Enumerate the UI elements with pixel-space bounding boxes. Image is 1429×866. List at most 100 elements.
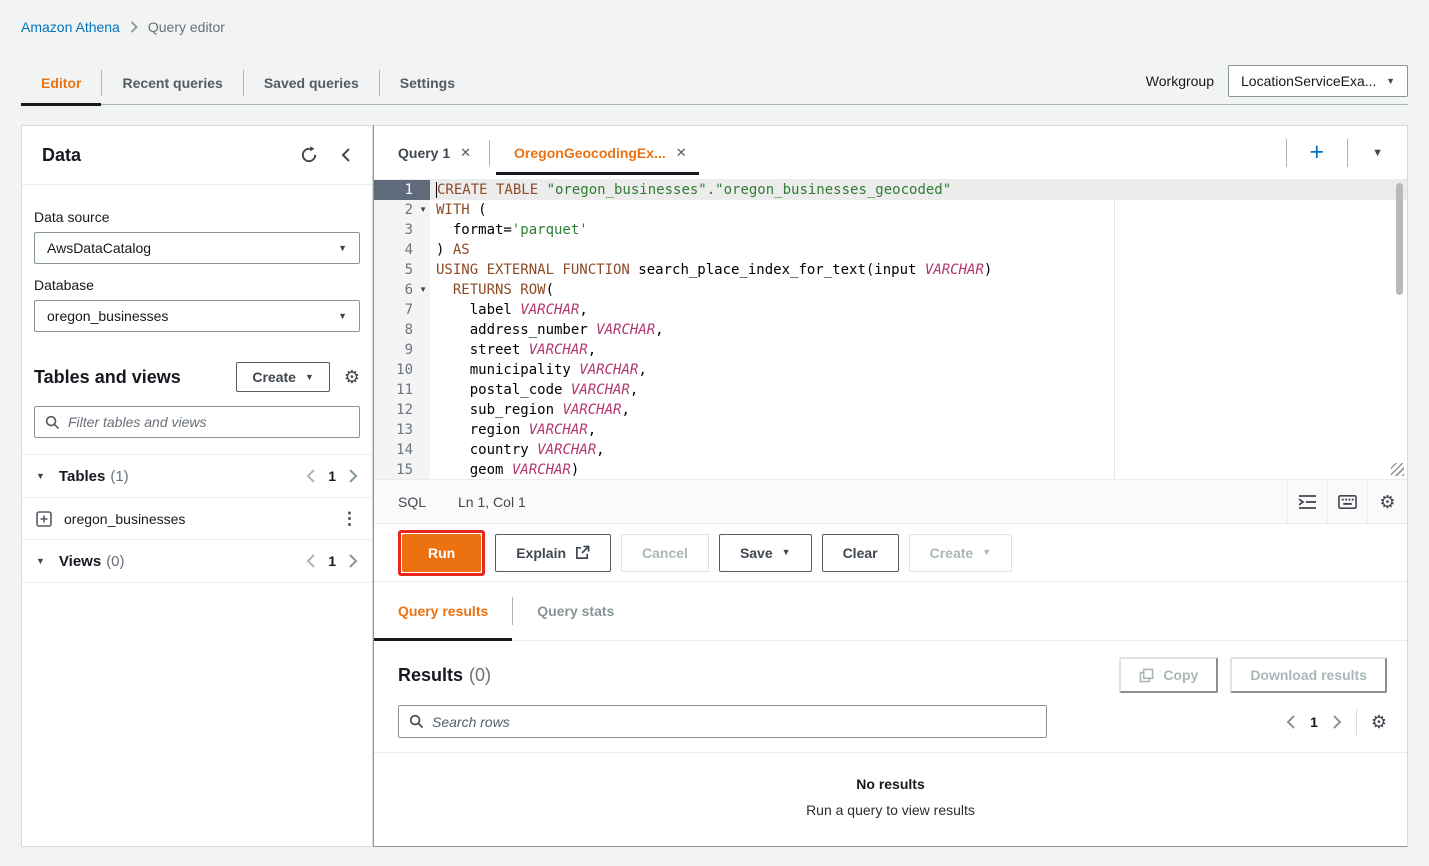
close-icon[interactable]: ✕ — [460, 145, 471, 161]
query-actions-bar: Run Explain Cancel Save ▼ Clear Create ▼ — [374, 524, 1407, 582]
save-button[interactable]: Save ▼ — [719, 534, 812, 572]
code-text[interactable]: geom VARCHAR) — [430, 460, 1407, 479]
kebab-menu-icon[interactable]: ⋮ — [341, 509, 358, 529]
format-query-icon[interactable] — [1287, 480, 1327, 523]
code-line[interactable]: 3 format='parquet' — [374, 220, 1407, 240]
data-source-select[interactable]: AwsDataCatalog ▼ — [34, 232, 360, 264]
copy-button[interactable]: Copy — [1119, 657, 1218, 693]
code-line[interactable]: 5USING EXTERNAL FUNCTION search_place_in… — [374, 260, 1407, 280]
code-line[interactable]: 12 sub_region VARCHAR, — [374, 400, 1407, 420]
tab-list-menu-icon[interactable]: ▼ — [1348, 147, 1407, 159]
code-text[interactable]: ) AS — [430, 240, 1407, 260]
line-number[interactable]: 11 — [374, 380, 430, 400]
breadcrumb-link-athena[interactable]: Amazon Athena — [21, 19, 120, 35]
code-line[interactable]: 15 geom VARCHAR) — [374, 460, 1407, 479]
code-text[interactable]: CREATE TABLE "oregon_businesses"."oregon… — [430, 180, 1407, 200]
tab-recent-queries[interactable]: Recent queries — [102, 62, 242, 104]
tables-section-header[interactable]: ▼ Tables (1) 1 — [22, 454, 372, 497]
breadcrumb-separator-icon — [129, 21, 139, 33]
line-number[interactable]: 12 — [374, 400, 430, 420]
code-fold-icon[interactable]: ▼ — [419, 200, 427, 220]
tab-saved-queries[interactable]: Saved queries — [244, 62, 379, 104]
code-fold-icon[interactable]: ▼ — [419, 280, 427, 300]
new-query-tab-button[interactable]: + — [1287, 138, 1348, 167]
explain-button[interactable]: Explain — [495, 534, 611, 572]
expand-table-icon[interactable] — [36, 511, 52, 527]
create-button[interactable]: Create ▼ — [236, 362, 330, 392]
tab-settings[interactable]: Settings — [380, 62, 475, 104]
line-number[interactable]: 9 — [374, 340, 430, 360]
sql-code-editor[interactable]: 1CREATE TABLE "oregon_businesses"."orego… — [374, 180, 1407, 479]
editor-resize-handle[interactable] — [1391, 463, 1404, 476]
collapse-panel-icon[interactable] — [340, 148, 352, 162]
cancel-button[interactable]: Cancel — [621, 534, 709, 572]
table-row[interactable]: oregon_businesses ⋮ — [22, 497, 372, 539]
database-select[interactable]: oregon_businesses ▼ — [34, 300, 360, 332]
code-line[interactable]: 9 street VARCHAR, — [374, 340, 1407, 360]
code-text[interactable]: WITH ( — [430, 200, 1407, 220]
line-number[interactable]: 2▼ — [374, 200, 430, 220]
page-next-icon[interactable] — [348, 469, 358, 483]
code-line[interactable]: 1CREATE TABLE "oregon_businesses"."orego… — [374, 180, 1407, 200]
line-number[interactable]: 15 — [374, 460, 430, 479]
code-line[interactable]: 13 region VARCHAR, — [374, 420, 1407, 440]
code-text[interactable]: address_number VARCHAR, — [430, 320, 1407, 340]
code-line[interactable]: 14 country VARCHAR, — [374, 440, 1407, 460]
line-number[interactable]: 7 — [374, 300, 430, 320]
code-text[interactable]: postal_code VARCHAR, — [430, 380, 1407, 400]
section-fold-icon[interactable]: ▼ — [36, 556, 45, 566]
line-number[interactable]: 3 — [374, 220, 430, 240]
page-prev-icon[interactable] — [306, 554, 316, 568]
tab-query-stats[interactable]: Query stats — [513, 582, 638, 640]
code-line[interactable]: 11 postal_code VARCHAR, — [374, 380, 1407, 400]
code-line[interactable]: 8 address_number VARCHAR, — [374, 320, 1407, 340]
code-line[interactable]: 7 label VARCHAR, — [374, 300, 1407, 320]
code-text[interactable]: region VARCHAR, — [430, 420, 1407, 440]
line-number[interactable]: 6▼ — [374, 280, 430, 300]
line-number[interactable]: 8 — [374, 320, 430, 340]
results-page-prev-icon[interactable] — [1286, 715, 1296, 729]
editor-scrollbar[interactable] — [1396, 183, 1403, 295]
code-text[interactable]: municipality VARCHAR, — [430, 360, 1407, 380]
create-button-query[interactable]: Create ▼ — [909, 534, 1013, 572]
code-text[interactable]: country VARCHAR, — [430, 440, 1407, 460]
line-number[interactable]: 10 — [374, 360, 430, 380]
gear-icon[interactable]: ⚙ — [344, 368, 360, 386]
keyboard-shortcuts-icon[interactable] — [1327, 480, 1367, 523]
query-tab-1[interactable]: Query 1 ✕ — [374, 126, 489, 179]
line-number[interactable]: 1 — [374, 180, 430, 200]
download-results-button[interactable]: Download results — [1230, 657, 1387, 693]
code-line[interactable]: 4) AS — [374, 240, 1407, 260]
search-rows-input[interactable] — [432, 714, 1036, 730]
code-text[interactable]: street VARCHAR, — [430, 340, 1407, 360]
run-button[interactable]: Run — [402, 534, 481, 572]
code-text[interactable]: sub_region VARCHAR, — [430, 400, 1407, 420]
code-line[interactable]: 2▼WITH ( — [374, 200, 1407, 220]
line-number[interactable]: 14 — [374, 440, 430, 460]
workgroup-select[interactable]: LocationServiceExa... ▼ — [1228, 65, 1408, 97]
close-icon[interactable]: ✕ — [676, 145, 687, 161]
results-page-next-icon[interactable] — [1332, 715, 1342, 729]
tab-query-results[interactable]: Query results — [374, 582, 512, 640]
results-settings-gear-icon[interactable]: ⚙ — [1371, 713, 1387, 731]
page-next-icon[interactable] — [348, 554, 358, 568]
code-text[interactable]: label VARCHAR, — [430, 300, 1407, 320]
copy-icon — [1139, 668, 1154, 683]
code-text[interactable]: RETURNS ROW( — [430, 280, 1407, 300]
code-line[interactable]: 6▼ RETURNS ROW( — [374, 280, 1407, 300]
code-text[interactable]: format='parquet' — [430, 220, 1407, 240]
clear-button[interactable]: Clear — [822, 534, 899, 572]
views-section-header[interactable]: ▼ Views (0) 1 — [22, 539, 372, 582]
code-line[interactable]: 10 municipality VARCHAR, — [374, 360, 1407, 380]
tab-editor[interactable]: Editor — [21, 62, 101, 104]
refresh-icon[interactable] — [300, 146, 318, 164]
page-prev-icon[interactable] — [306, 469, 316, 483]
editor-settings-gear-icon[interactable]: ⚙ — [1367, 480, 1407, 523]
filter-tables-input[interactable] — [68, 414, 349, 430]
line-number[interactable]: 4 — [374, 240, 430, 260]
code-text[interactable]: USING EXTERNAL FUNCTION search_place_ind… — [430, 260, 1407, 280]
line-number[interactable]: 5 — [374, 260, 430, 280]
line-number[interactable]: 13 — [374, 420, 430, 440]
section-fold-icon[interactable]: ▼ — [36, 471, 45, 481]
query-tab-oregon[interactable]: OregonGeocodingEx... ✕ — [490, 126, 705, 179]
